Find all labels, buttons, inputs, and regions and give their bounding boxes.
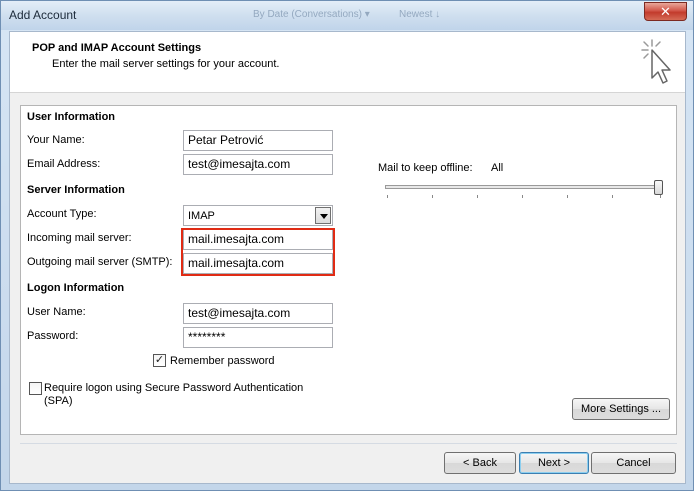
dialog-header: POP and IMAP Account Settings Enter the … (10, 32, 685, 93)
add-account-window: Add Account By Date (Conversations) ▾ Ne… (0, 0, 694, 491)
password-input[interactable]: ******** (183, 327, 333, 348)
spa-label-line1: Require logon using Secure Password Auth… (44, 382, 304, 394)
slider-tick (522, 195, 523, 198)
cancel-button[interactable]: Cancel (591, 452, 676, 474)
offline-slider-track[interactable] (385, 185, 663, 189)
chevron-down-icon[interactable] (315, 207, 331, 224)
back-button[interactable]: < Back (444, 452, 516, 474)
title-bar[interactable]: Add Account By Date (Conversations) ▾ Ne… (1, 1, 693, 30)
slider-tick (567, 195, 568, 198)
server-fields-highlight (181, 228, 335, 276)
outgoing-server-label: Outgoing mail server (SMTP): (27, 256, 173, 268)
slider-tick (432, 195, 433, 198)
mail-offline-label: Mail to keep offline: (378, 162, 473, 174)
user-name-input[interactable]: test@imesajta.com (183, 303, 333, 324)
slider-tick (660, 195, 661, 198)
next-button[interactable]: Next > (519, 452, 589, 474)
background-sort-label: By Date (Conversations) ▾ (253, 9, 370, 20)
header-title: POP and IMAP Account Settings (32, 42, 202, 54)
dialog-client-area: POP and IMAP Account Settings Enter the … (9, 31, 686, 484)
spa-checkbox[interactable] (29, 382, 42, 395)
your-name-input[interactable]: Petar Petrović (183, 130, 333, 151)
settings-panel: User Information Your Name: Petar Petrov… (20, 105, 677, 435)
logon-info-heading: Logon Information (27, 282, 125, 294)
incoming-server-label: Incoming mail server: (27, 232, 132, 244)
header-subtitle: Enter the mail server settings for your … (52, 58, 280, 70)
offline-slider-thumb[interactable] (654, 180, 663, 195)
more-settings-button[interactable]: More Settings ... (572, 398, 670, 420)
user-info-heading: User Information (27, 111, 116, 123)
close-icon: ✕ (660, 4, 671, 19)
close-button[interactable]: ✕ (644, 2, 687, 21)
account-type-select[interactable]: IMAP (183, 205, 333, 226)
account-type-value: IMAP (188, 210, 215, 222)
mail-offline-value: All (491, 162, 504, 174)
password-label: Password: (27, 330, 79, 342)
spa-label-line2: (SPA) (44, 395, 73, 407)
slider-tick (477, 195, 478, 198)
checkmark-icon: ✓ (154, 354, 165, 366)
your-name-label: Your Name: (27, 134, 85, 146)
email-address-input[interactable]: test@imesajta.com (183, 154, 333, 175)
remember-password-label: Remember password (170, 355, 275, 367)
background-order-label: Newest ↓ (399, 9, 441, 20)
account-type-label: Account Type: (27, 208, 97, 220)
server-info-heading: Server Information (27, 184, 125, 196)
cursor-sparkle-icon (641, 39, 671, 84)
window-title: Add Account (9, 8, 77, 22)
remember-password-checkbox[interactable]: ✓ (153, 354, 166, 367)
user-name-label: User Name: (27, 306, 86, 318)
slider-tick (387, 195, 388, 198)
email-address-label: Email Address: (27, 158, 101, 170)
footer-divider (20, 443, 677, 444)
slider-tick (612, 195, 613, 198)
